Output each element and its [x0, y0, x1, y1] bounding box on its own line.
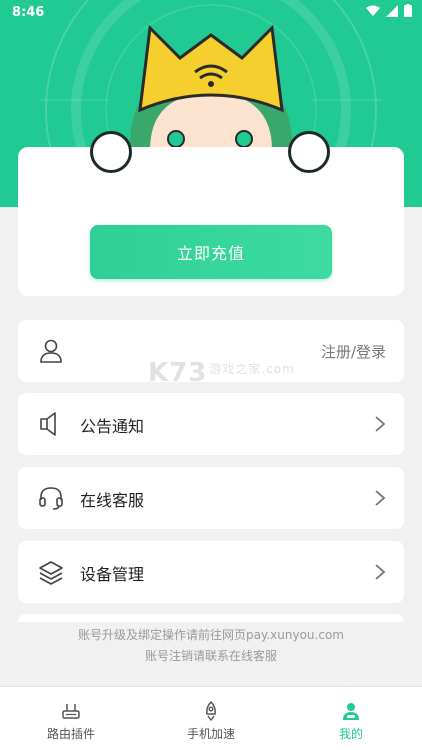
tab-label: 路由插件 [46, 727, 95, 741]
user-icon [40, 339, 62, 363]
bottom-tab-bar: 路由插件 手机加速 我的 [0, 686, 422, 750]
layers-icon [39, 561, 63, 585]
rocket-icon [206, 701, 216, 721]
status-time: 8:46 [12, 5, 45, 20]
tab-router-plugin[interactable]: 路由插件 [1, 687, 141, 750]
menu-item-label: 公告通知 [80, 417, 145, 436]
mascot-left-hand [90, 131, 132, 173]
mascot-right-hand [288, 131, 330, 173]
menu-item-device-management[interactable]: 设备管理 [18, 541, 404, 603]
wifi-icon [366, 5, 380, 16]
recharge-button[interactable]: 立即充值 [90, 225, 332, 279]
menu-item-partial [18, 614, 404, 622]
user-icon [343, 703, 359, 720]
tab-mobile-boost[interactable]: 手机加速 [141, 687, 281, 750]
battery-icon [404, 4, 412, 17]
status-bar: 8:46 [0, 0, 422, 26]
register-login-link[interactable]: 注册/登录 [321, 341, 386, 362]
tab-label: 我的 [338, 727, 363, 741]
menu-item-announcement[interactable]: 公告通知 [18, 393, 404, 455]
recharge-card: 立即充值 [18, 147, 404, 296]
tab-label: 手机加速 [186, 727, 235, 741]
chevron-right-icon [375, 490, 386, 506]
site-watermark: K73 游戏之家.com [148, 358, 295, 388]
chevron-right-icon [375, 564, 386, 580]
menu-item-label: 设备管理 [80, 565, 145, 584]
chevron-right-icon [375, 416, 386, 432]
speaker-icon [40, 412, 56, 436]
router-icon [62, 704, 80, 719]
tab-mine[interactable]: 我的 [281, 687, 421, 750]
account-upgrade-note: 账号升级及绑定操作请前往网页pay.xunyou.com [78, 628, 344, 642]
account-cancel-note: 账号注销请联系在线客服 [144, 649, 277, 663]
menu-item-online-service[interactable]: 在线客服 [18, 467, 404, 529]
menu-item-label: 在线客服 [80, 491, 145, 510]
cellular-signal-icon [386, 4, 398, 17]
headset-icon [39, 487, 63, 510]
